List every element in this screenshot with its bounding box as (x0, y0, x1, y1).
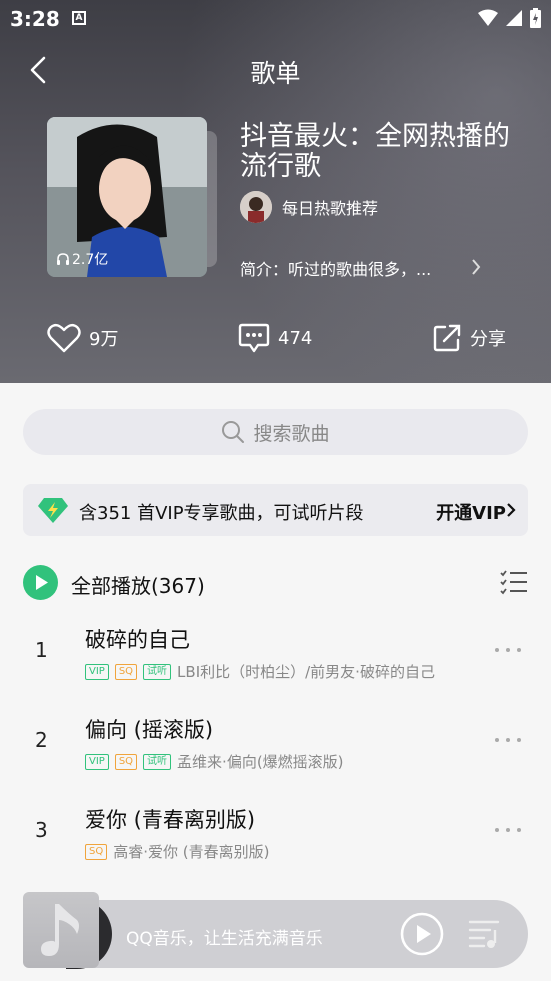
avatar (240, 191, 272, 223)
chevron-right-icon (472, 259, 481, 275)
trial-tag: 试听 (143, 753, 172, 770)
vip-tag: VIP (85, 753, 109, 770)
like-button[interactable]: 9万 (47, 320, 118, 356)
sq-tag: SQ (114, 663, 138, 680)
more-icon[interactable] (494, 736, 522, 744)
play-count: 2.7亿 (72, 252, 109, 268)
creator-info[interactable]: 每日热歌推荐 (240, 191, 378, 223)
heart-icon (47, 323, 81, 353)
sq-tag: SQ (114, 753, 138, 770)
comment-button[interactable]: 474 (238, 320, 312, 356)
sq-tag: SQ (85, 843, 108, 860)
play-all-row[interactable]: 全部播放(367) (23, 565, 528, 603)
status-time: 3:28 (10, 7, 60, 31)
playlist-title: 抖音最火：全网热播的流行歌 (240, 121, 510, 182)
song-artist: 高睿·爱你 (青春离别版) (113, 843, 270, 861)
signal-icon (506, 10, 522, 26)
multi-select-icon[interactable] (500, 569, 528, 595)
share-label: 分享 (470, 329, 506, 350)
song-row[interactable]: 2 偏向 (摇滚版) VIP SQ 试听 孟维来·偏向(爆燃摇滚版) (0, 696, 551, 786)
playlist-queue-icon[interactable] (468, 918, 502, 950)
mini-player-text: QQ音乐，让生活充满音乐 (126, 929, 323, 949)
notification-icon: A (72, 11, 86, 25)
vip-diamond-icon (38, 498, 68, 523)
open-vip-button[interactable]: 开通VIP (436, 499, 506, 525)
playlist-cover[interactable]: 2.7亿 (47, 117, 217, 277)
like-count: 9万 (89, 329, 119, 350)
mini-player-cover[interactable] (23, 892, 99, 968)
play-all-button[interactable] (23, 565, 58, 600)
headphones-icon (57, 253, 69, 265)
vip-banner-text: 含351 首VIP专享歌曲，可试听片段 (79, 503, 364, 524)
play-icon (36, 575, 48, 590)
song-row[interactable]: 3 爱你 (青春离别版) SQ 高睿·爱你 (青春离别版) (0, 786, 551, 876)
creator-name: 每日热歌推荐 (282, 199, 379, 218)
share-button[interactable]: 分享 (432, 320, 506, 356)
playlist-intro[interactable]: 简介：听过的歌曲很多，... (240, 256, 490, 280)
comment-icon (238, 323, 270, 353)
playlist-header: 3:28 A 歌单 2.7亿 抖音最火：全网热播的流行歌 每日热歌推荐 简介：听… (0, 0, 551, 383)
intro-text: 简介：听过的歌曲很多，... (240, 260, 432, 279)
play-all-label: 全部播放(367) (71, 574, 205, 598)
song-title: 破碎的自己 (85, 628, 190, 652)
trial-tag: 试听 (143, 663, 172, 680)
more-icon[interactable] (494, 646, 522, 654)
vip-tag: VIP (85, 663, 109, 680)
chevron-right-icon (507, 503, 516, 517)
song-index: 2 (35, 728, 48, 752)
battery-icon (530, 8, 541, 28)
page-title: 歌单 (250, 59, 301, 88)
song-index: 3 (35, 818, 48, 842)
music-note-icon (41, 904, 79, 956)
wifi-icon (478, 9, 498, 26)
comment-count: 474 (278, 327, 313, 349)
song-row[interactable]: 1 破碎的自己 VIP SQ 试听 LBI利比（时柏尘）/前男友·破碎的自己 (0, 606, 551, 696)
song-title: 偏向 (摇滚版) (85, 718, 214, 742)
song-artist: 孟维来·偏向(爆燃摇滚版) (177, 753, 344, 771)
share-icon (433, 324, 461, 352)
song-title: 爱你 (青春离别版) (85, 808, 256, 832)
search-icon (222, 421, 245, 443)
status-bar: 3:28 A (0, 0, 551, 36)
mini-play-button[interactable] (400, 912, 444, 956)
search-input[interactable]: 搜索歌曲 (23, 409, 528, 455)
song-index: 1 (35, 638, 48, 662)
song-artist: LBI利比（时柏尘）/前男友·破碎的自己 (177, 663, 435, 681)
more-icon[interactable] (494, 826, 522, 834)
vip-banner[interactable]: 含351 首VIP专享歌曲，可试听片段 开通VIP (23, 484, 528, 536)
search-placeholder: 搜索歌曲 (253, 422, 330, 445)
